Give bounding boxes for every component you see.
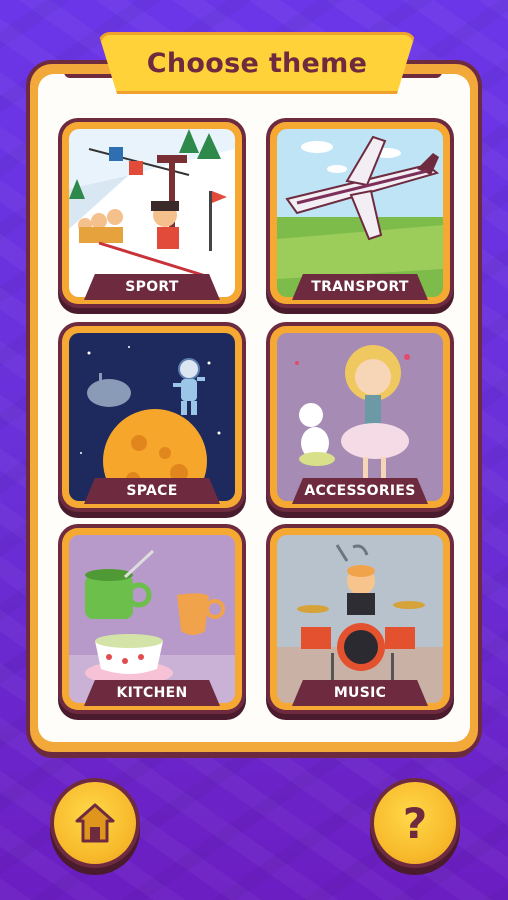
theme-card-accessories[interactable]: ACCESSORIES — [270, 326, 450, 508]
help-button[interactable]: ? — [374, 782, 456, 864]
theme-label: MUSIC — [292, 680, 428, 706]
theme-card-music[interactable]: MUSIC — [270, 528, 450, 710]
page-title: Choose theme — [146, 47, 368, 79]
theme-label: SPACE — [84, 478, 220, 504]
theme-card-space[interactable]: SPACE — [62, 326, 242, 508]
theme-card-kitchen[interactable]: KITCHEN — [62, 528, 242, 710]
theme-label: SPORT — [84, 274, 220, 300]
theme-label: ACCESSORIES — [292, 478, 428, 504]
kitchen-illustration — [69, 535, 235, 703]
title-banner: Choose theme — [98, 32, 416, 94]
home-icon — [75, 803, 115, 843]
theme-label: TRANSPORT — [292, 274, 428, 300]
theme-label: KITCHEN — [84, 680, 220, 706]
accessories-illustration — [277, 333, 443, 501]
help-icon: ? — [402, 798, 428, 848]
transport-illustration — [277, 129, 443, 297]
sport-illustration — [69, 129, 235, 297]
music-illustration — [277, 535, 443, 703]
home-button[interactable] — [54, 782, 136, 864]
theme-card-sport[interactable]: SPORT — [62, 122, 242, 304]
theme-card-transport[interactable]: TRANSPORT — [270, 122, 450, 304]
space-illustration — [69, 333, 235, 501]
